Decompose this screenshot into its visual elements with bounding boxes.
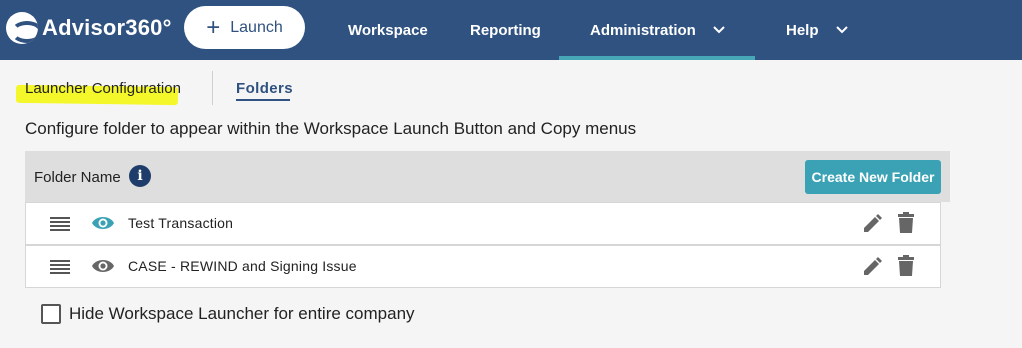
- active-tab-underline: [236, 99, 290, 101]
- nav-reporting-label: Reporting: [470, 21, 541, 39]
- info-icon[interactable]: i: [129, 165, 151, 187]
- top-navigation-bar: Advisor360° + Launch Workspace Reporting…: [0, 0, 1022, 60]
- active-nav-indicator: [559, 56, 755, 60]
- tab-divider: [212, 71, 213, 105]
- nav-help[interactable]: Help: [786, 0, 849, 60]
- nav-workspace-label: Workspace: [348, 21, 428, 39]
- chevron-down-icon: [835, 26, 848, 34]
- drag-handle-icon[interactable]: [50, 217, 70, 231]
- nav-workspace[interactable]: Workspace: [348, 0, 428, 60]
- chevron-down-icon: [713, 26, 725, 34]
- delete-trash-icon[interactable]: [896, 255, 916, 277]
- nav-administration[interactable]: Administration: [590, 0, 726, 60]
- folder-name: CASE - REWIND and Signing Issue: [128, 258, 357, 274]
- nav-help-label: Help: [786, 21, 819, 39]
- launch-label: Launch: [230, 18, 283, 36]
- plus-icon: +: [206, 13, 221, 41]
- logo-text: Advisor360°: [42, 15, 172, 40]
- logo-icon: [6, 12, 38, 44]
- tab-folders[interactable]: Folders: [236, 80, 293, 97]
- launch-button[interactable]: + Launch: [184, 6, 305, 49]
- edit-pencil-icon[interactable]: [862, 212, 884, 234]
- visibility-eye-icon[interactable]: [91, 257, 115, 275]
- visibility-eye-icon[interactable]: [91, 214, 115, 232]
- nav-administration-label: Administration: [590, 21, 696, 39]
- folder-name: Test Transaction: [128, 215, 234, 231]
- table-row: CASE - REWIND and Signing Issue: [25, 245, 941, 288]
- table-row: Test Transaction: [25, 202, 941, 245]
- tab-launcher-configuration[interactable]: Launcher Configuration: [25, 80, 181, 97]
- drag-handle-icon[interactable]: [50, 260, 70, 274]
- hide-launcher-checkbox[interactable]: [41, 304, 61, 324]
- hide-launcher-label: Hide Workspace Launcher for entire compa…: [69, 304, 415, 323]
- delete-trash-icon[interactable]: [896, 212, 916, 234]
- page-description: Configure folder to appear within the Wo…: [25, 119, 637, 138]
- folder-name-column-header: Folder Name: [34, 169, 121, 186]
- nav-reporting[interactable]: Reporting: [470, 0, 541, 60]
- create-new-folder-button[interactable]: Create New Folder: [805, 160, 941, 194]
- table-header: Folder Name i Create New Folder: [25, 151, 950, 202]
- advisor360-logo[interactable]: Advisor360°: [6, 12, 172, 44]
- edit-pencil-icon[interactable]: [862, 255, 884, 277]
